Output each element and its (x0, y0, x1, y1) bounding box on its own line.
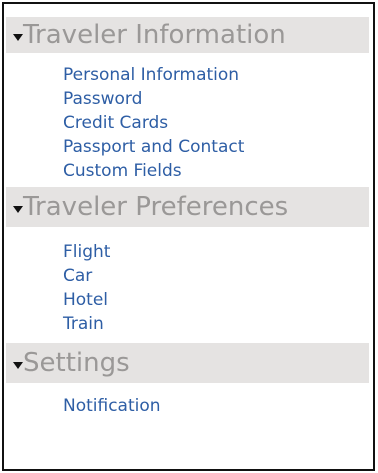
menu-item-notification[interactable]: Notification (63, 398, 161, 415)
menu-item-passport-and-contact[interactable]: Passport and Contact (63, 139, 244, 156)
section-title: Traveler Information (23, 20, 286, 50)
collapse-arrow-icon (13, 206, 23, 213)
collapse-arrow-icon (13, 362, 23, 369)
section-title: Settings (23, 348, 130, 378)
menu-item-car[interactable]: Car (63, 268, 92, 285)
section-header-settings[interactable]: Settings (6, 343, 369, 383)
section-header-traveler-preferences[interactable]: Traveler Preferences (6, 187, 369, 227)
menu-item-flight[interactable]: Flight (63, 244, 110, 261)
menu-item-custom-fields[interactable]: Custom Fields (63, 163, 182, 180)
collapse-arrow-icon (13, 34, 23, 41)
menu-item-train[interactable]: Train (63, 316, 104, 333)
profile-menu-panel: Traveler Information Personal Informatio… (2, 2, 375, 471)
menu-item-hotel[interactable]: Hotel (63, 292, 108, 309)
menu-item-password[interactable]: Password (63, 91, 142, 108)
menu-item-personal-information[interactable]: Personal Information (63, 67, 239, 84)
menu-item-credit-cards[interactable]: Credit Cards (63, 115, 168, 132)
section-header-traveler-information[interactable]: Traveler Information (6, 17, 369, 53)
section-title: Traveler Preferences (23, 192, 289, 222)
